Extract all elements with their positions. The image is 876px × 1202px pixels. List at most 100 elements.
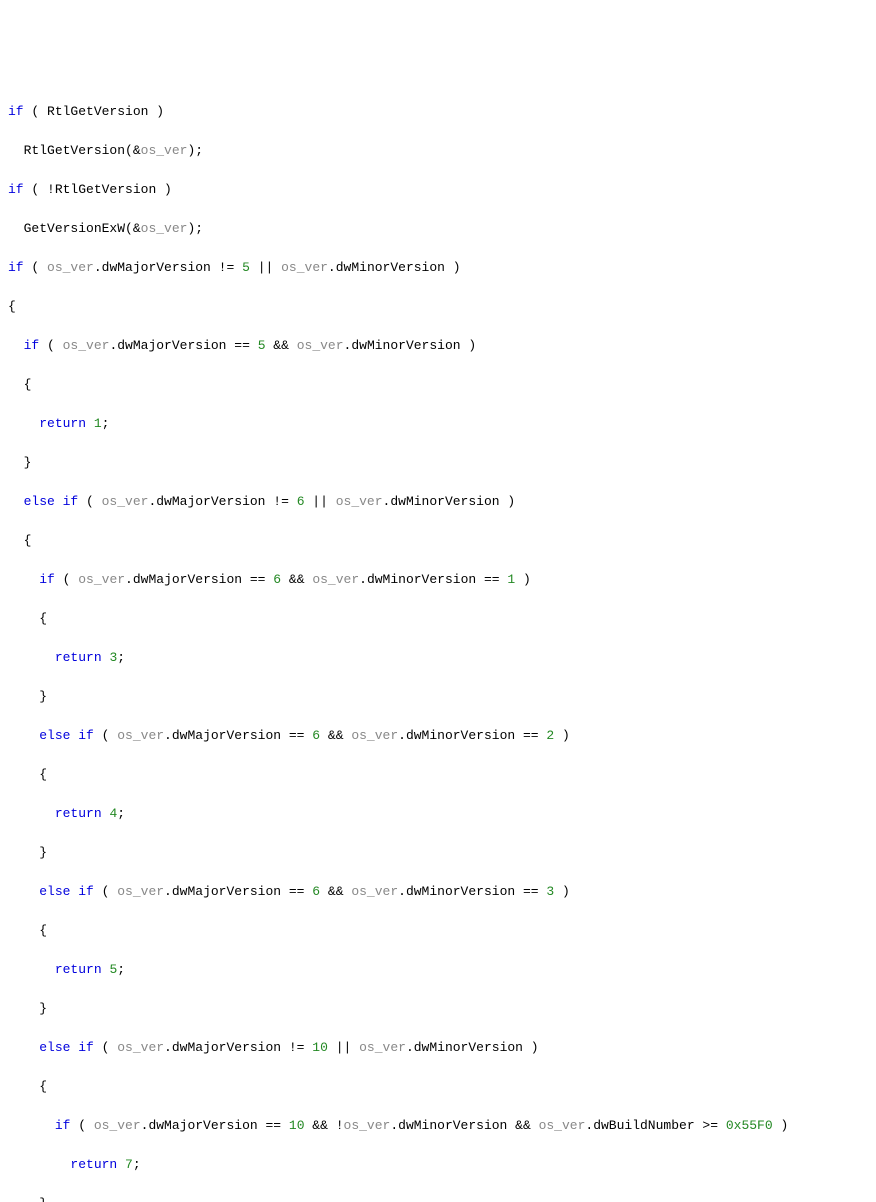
- text: ): [148, 104, 164, 119]
- variable: os_ver: [94, 1118, 141, 1133]
- text: [8, 143, 24, 158]
- text: ==: [281, 728, 312, 743]
- text: (: [94, 728, 117, 743]
- number: 1: [94, 416, 102, 431]
- text: ): [554, 884, 570, 899]
- text: [8, 1040, 39, 1055]
- text: [8, 806, 55, 821]
- keyword: else if: [39, 728, 94, 743]
- variable: os_ver: [539, 1118, 586, 1133]
- keyword: if: [39, 572, 55, 587]
- text: ||: [328, 1040, 359, 1055]
- text: ;: [117, 650, 125, 665]
- text: .: [406, 1040, 414, 1055]
- text: &&: [507, 1118, 538, 1133]
- member: dwMajorVersion: [102, 260, 211, 275]
- text: .: [164, 728, 172, 743]
- text: ): [156, 182, 172, 197]
- brace: }: [24, 455, 32, 470]
- number: 5: [242, 260, 250, 275]
- text: ): [500, 494, 516, 509]
- keyword: else if: [24, 494, 79, 509]
- text: &&: [320, 884, 351, 899]
- number: 5: [258, 338, 266, 353]
- keyword: else if: [39, 1040, 94, 1055]
- text: ==: [242, 572, 273, 587]
- member: dwBuildNumber: [593, 1118, 694, 1133]
- member: dwMinorVersion: [336, 260, 445, 275]
- text: [8, 962, 55, 977]
- text: [8, 416, 39, 431]
- keyword: return: [55, 650, 102, 665]
- text: (: [24, 260, 47, 275]
- text: ==: [515, 884, 546, 899]
- number: 6: [312, 728, 320, 743]
- text: ||: [305, 494, 336, 509]
- code-line: else if ( os_ver.dwMajorVersion == 6 && …: [8, 882, 868, 902]
- text: [8, 650, 55, 665]
- keyword: return: [55, 806, 102, 821]
- keyword: if: [55, 1118, 71, 1133]
- code-line: RtlGetVersion(&os_ver);: [8, 141, 868, 161]
- brace: {: [39, 767, 47, 782]
- code-line: {: [8, 609, 868, 629]
- text: ): [523, 1040, 539, 1055]
- code-line: {: [8, 765, 868, 785]
- text: .: [585, 1118, 593, 1133]
- code-line: return 1;: [8, 414, 868, 434]
- member: dwMajorVersion: [172, 728, 281, 743]
- text: ==: [476, 572, 507, 587]
- variable: os_ver: [117, 728, 164, 743]
- brace: }: [39, 1001, 47, 1016]
- text: [8, 767, 39, 782]
- member: dwMinorVersion: [406, 728, 515, 743]
- text: [8, 533, 24, 548]
- member: dwMinorVersion: [390, 494, 499, 509]
- variable: os_ver: [141, 143, 188, 158]
- variable: os_ver: [351, 728, 398, 743]
- variable: os_ver: [351, 884, 398, 899]
- member: dwMinorVersion: [398, 1118, 507, 1133]
- number: 10: [312, 1040, 328, 1055]
- code-line: {: [8, 297, 868, 317]
- brace: }: [39, 845, 47, 860]
- text: (&: [125, 143, 141, 158]
- variable: os_ver: [63, 338, 110, 353]
- brace: {: [24, 377, 32, 392]
- variable: os_ver: [102, 494, 149, 509]
- text: ): [461, 338, 477, 353]
- number: 3: [546, 884, 554, 899]
- number: 7: [125, 1157, 133, 1172]
- text: [102, 650, 110, 665]
- text: (: [94, 884, 117, 899]
- code-line: }: [8, 687, 868, 707]
- brace: }: [39, 689, 47, 704]
- code-line: }: [8, 843, 868, 863]
- text: [8, 923, 39, 938]
- code-line: if ( os_ver.dwMajorVersion != 5 || os_ve…: [8, 258, 868, 278]
- variable: os_ver: [297, 338, 344, 353]
- text: ): [445, 260, 461, 275]
- number: 6: [297, 494, 305, 509]
- text: &&: [266, 338, 297, 353]
- code-line: if ( RtlGetVersion ): [8, 102, 868, 122]
- code-line: else if ( os_ver.dwMajorVersion != 10 ||…: [8, 1038, 868, 1058]
- code-line: if ( os_ver.dwMajorVersion == 10 && !os_…: [8, 1116, 868, 1136]
- text: (: [78, 494, 101, 509]
- text: [8, 455, 24, 470]
- text: !=: [281, 1040, 312, 1055]
- identifier: RtlGetVersion: [47, 104, 148, 119]
- code-line: return 4;: [8, 804, 868, 824]
- text: [102, 806, 110, 821]
- text: .: [125, 572, 133, 587]
- text: [8, 845, 39, 860]
- text: ): [554, 728, 570, 743]
- code-line: {: [8, 921, 868, 941]
- number: 0x55F0: [726, 1118, 773, 1133]
- variable: os_ver: [141, 221, 188, 236]
- code-line: return 3;: [8, 648, 868, 668]
- text: ==: [258, 1118, 289, 1133]
- variable: os_ver: [336, 494, 383, 509]
- variable: os_ver: [117, 884, 164, 899]
- code-line: else if ( os_ver.dwMajorVersion == 6 && …: [8, 726, 868, 746]
